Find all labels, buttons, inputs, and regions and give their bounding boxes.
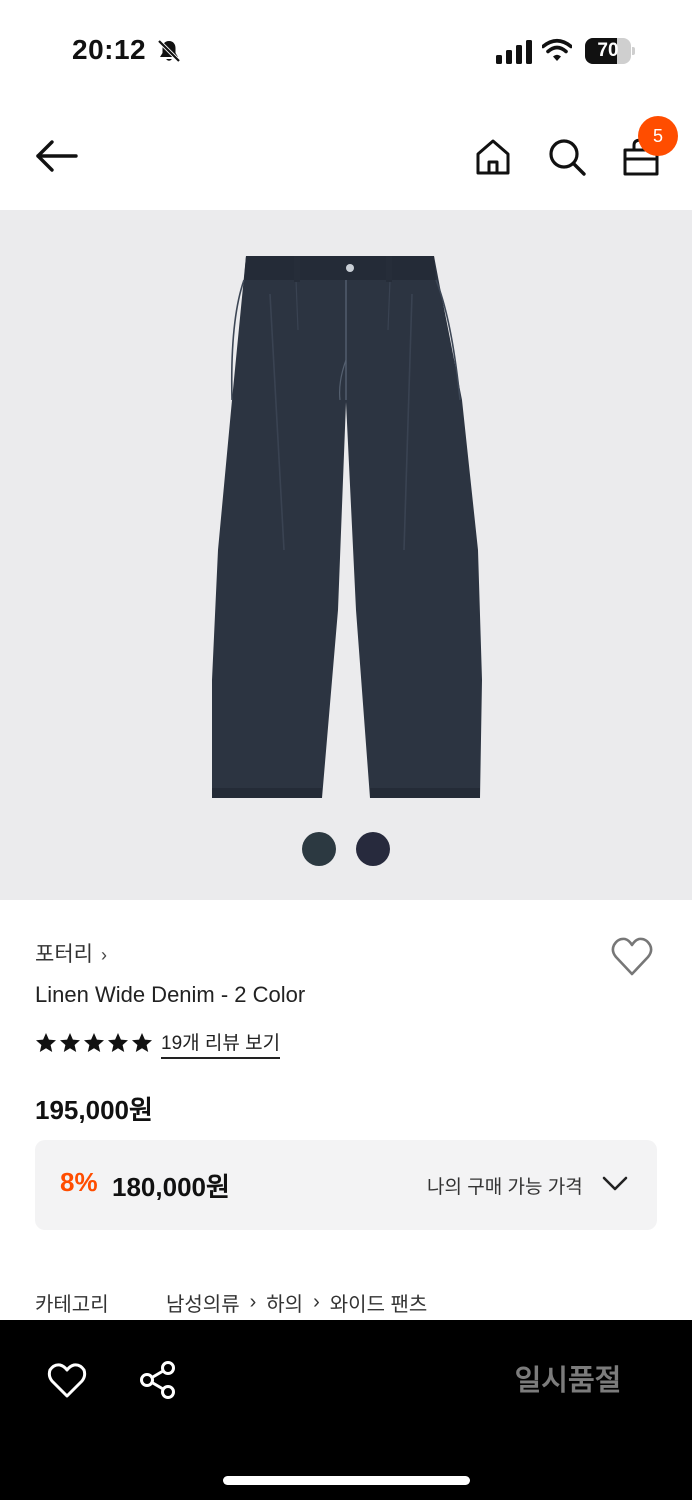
battery-level: 70 [597, 40, 619, 61]
bottom-action-bar: 일시품절 [0, 1320, 692, 1500]
wifi-icon [542, 38, 572, 61]
star-icon [36, 1033, 56, 1052]
status-time: 20:12 [72, 34, 147, 65]
color-swatch-2[interactable] [356, 832, 390, 866]
review-link[interactable]: 19개 리뷰 보기 [161, 1028, 281, 1059]
heart-icon [47, 1363, 87, 1398]
star-icon [108, 1033, 128, 1052]
star-icon [84, 1033, 104, 1052]
status-bar: 20:12 70 [0, 0, 692, 100]
bell-off-icon [157, 39, 181, 63]
top-nav [0, 100, 692, 210]
product-image-gallery[interactable] [0, 210, 692, 900]
home-indicator [223, 1476, 470, 1485]
star-icon [132, 1033, 152, 1052]
back-button[interactable] [30, 136, 82, 176]
product-image-pants [212, 256, 482, 798]
category-breadcrumb: 남성의류 › 하의 › 와이드 팬츠 [166, 1288, 427, 1317]
share-button[interactable] [138, 1360, 178, 1400]
chevron-down-icon[interactable] [601, 1174, 629, 1194]
category-label: 카테고리 [35, 1294, 109, 1316]
battery-cap [632, 47, 635, 55]
price-box: 8% 180,000원 나의 구매 가능 가격 [35, 1140, 657, 1230]
battery-icon: 70 [585, 38, 635, 64]
brand-link[interactable]: 포터리 › [35, 938, 107, 968]
rating-row: 19개 리뷰 보기 [35, 1028, 281, 1059]
home-icon [476, 139, 510, 175]
brand-name: 포터리 [35, 943, 93, 966]
star-icon [60, 1033, 80, 1052]
battery-body: 70 [585, 38, 631, 64]
rating-stars [35, 1032, 153, 1054]
breadcrumb-item[interactable]: 남성의류 [166, 1288, 240, 1317]
heart-icon [611, 937, 653, 976]
wishlist-bottom-button[interactable] [47, 1362, 87, 1400]
wishlist-button[interactable] [610, 936, 654, 978]
chevron-right-icon: › [249, 1291, 257, 1313]
sale-price: 180,000원 [112, 1172, 230, 1202]
color-swatch-1[interactable] [302, 832, 336, 866]
product-name: Linen Wide Denim - 2 Color [35, 982, 306, 1007]
my-price-toggle[interactable]: 나의 구매 가능 가격 [427, 1172, 583, 1199]
discount-rate: 8% [60, 1167, 98, 1197]
original-price: 195,000원 [35, 1095, 153, 1125]
share-icon [140, 1361, 175, 1399]
search-icon [549, 139, 586, 176]
breadcrumb-item[interactable]: 하의 [266, 1288, 303, 1317]
home-button[interactable] [472, 136, 514, 178]
chevron-right-icon: › [313, 1291, 320, 1313]
breadcrumb-item[interactable]: 와이드 팬츠 [330, 1288, 428, 1317]
arrow-left-icon [36, 140, 78, 172]
soldout-button: 일시품절 [514, 1365, 622, 1397]
cart-count-badge: 5 [638, 116, 678, 156]
cellular-signal-icon [496, 40, 532, 64]
chevron-right-icon: › [100, 945, 107, 965]
search-button[interactable] [546, 136, 588, 178]
